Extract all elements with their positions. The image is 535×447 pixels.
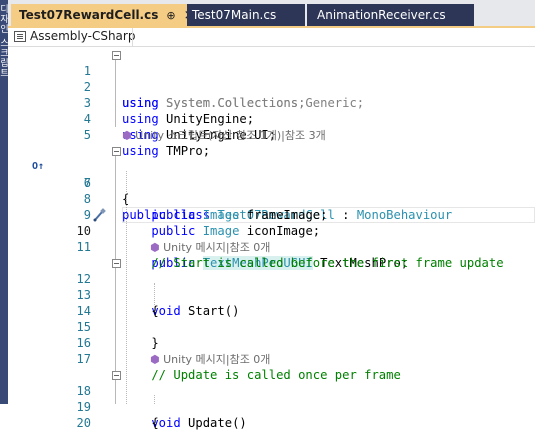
code-line-14[interactable]: 14 — [8, 287, 535, 318]
code-line-17[interactable]: 17 // Update is called once per frame — [8, 335, 535, 382]
indent-guide — [154, 283, 155, 307]
code-line-18[interactable]: 18 void Update() — [8, 367, 535, 430]
side-tool-strip[interactable]: 디자인 스크립트 — [0, 0, 8, 404]
codelens-start-hint[interactable]: ⬢ Unity 메시지|참조 0개 — [150, 239, 270, 255]
code-line-10[interactable]: 10 public TextMeshProUGUI TextMeshPro; — [8, 207, 535, 270]
indent-guide — [126, 171, 127, 404]
code-line-6[interactable]: O↑ 6 public class Test07RewardCell : Mon… — [8, 143, 535, 222]
codelens-class-hint[interactable]: ⬢ Unity 스크립트(자산 참조 1개)|참조 3개 — [122, 127, 326, 143]
tab-label: Test07RewardCell.cs — [19, 8, 159, 22]
code-line-4[interactable]: 4 using UnityEngine.UI; — [8, 95, 535, 142]
code-line-13[interactable]: 13 { — [8, 271, 535, 318]
code-line-11[interactable]: 11 // Start is called before the first f… — [8, 223, 535, 270]
code-line-20[interactable]: 20 — [8, 399, 535, 430]
project-icon — [14, 31, 26, 42]
line-number: 5 — [83, 128, 91, 142]
tab-label: Test07Main.cs — [192, 8, 277, 22]
code-text: { — [122, 416, 159, 430]
code-line-9[interactable]: 9 public Image iconImage; — [8, 191, 535, 238]
codelens-update-hint[interactable]: ⬢ Unity 메시지|참조 0개 — [150, 351, 270, 367]
line-number: 17 — [76, 352, 91, 366]
code-line-7[interactable]: 7 { — [8, 159, 535, 206]
unity-message-icon: ⬢ — [150, 241, 160, 254]
code-line-2[interactable]: 2 using System.Collections.Generic; — [8, 63, 535, 110]
unity-script-icon: ⬢ — [122, 129, 132, 142]
unity-message-icon: ⬢ — [150, 353, 160, 366]
code-line-16[interactable]: 16 — [8, 319, 535, 350]
code-line-3[interactable]: 3 using UnityEngine; — [8, 79, 535, 126]
quick-actions-brush-icon[interactable] — [92, 208, 106, 222]
fold-toggle-icon[interactable] — [112, 259, 121, 268]
document-tab-bar: Test07RewardCell.cs ⊕ × Test07Main.cs An… — [8, 0, 535, 26]
tab-test07main[interactable]: Test07Main.cs — [187, 4, 305, 26]
code-line-15[interactable]: 15 } — [8, 303, 535, 350]
fold-toggle-icon[interactable] — [112, 147, 121, 156]
tab-label: AnimationReceiver.cs — [317, 8, 446, 22]
code-line-8[interactable]: 8 public Image frameImage; — [8, 175, 535, 222]
line-number: 20 — [76, 416, 91, 430]
project-dropdown[interactable]: Assembly-CSharp — [30, 29, 135, 43]
code-line-12[interactable]: 12 void Start() — [8, 255, 535, 318]
code-line-19[interactable]: 19 { — [8, 383, 535, 430]
pin-icon[interactable]: ⊕ — [166, 9, 175, 22]
code-line-1[interactable]: 1 using System.Collections; — [8, 47, 535, 110]
code-editor[interactable]: 1 using System.Collections; 2 using Syst… — [8, 47, 535, 430]
navigation-bar: Assembly-CSharp — [8, 28, 535, 47]
fold-toggle-icon[interactable] — [112, 371, 121, 380]
indent-guide — [154, 395, 155, 404]
tab-animationreceiver[interactable]: AnimationReceiver.cs — [307, 4, 474, 26]
nav-divider — [132, 28, 133, 46]
tab-test07rewardcell[interactable]: Test07RewardCell.cs ⊕ × — [11, 4, 187, 26]
code-line-5[interactable]: 5 using TMPro; — [8, 111, 535, 158]
line-number: 11 — [76, 240, 91, 254]
fold-toggle-icon[interactable] — [112, 51, 121, 60]
